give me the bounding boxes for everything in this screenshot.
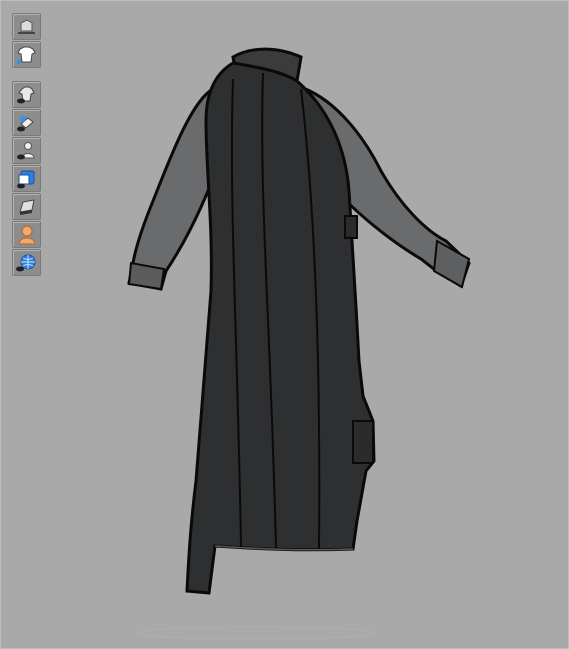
show-pins-icon[interactable] (12, 109, 41, 136)
show-garment-icon[interactable] (12, 81, 41, 108)
3d-garment-viewport[interactable] (0, 0, 569, 649)
3d-avatar-view-icon[interactable] (12, 13, 41, 40)
environment-globe-icon[interactable] (12, 249, 41, 276)
show-avatar-icon[interactable] (12, 137, 41, 164)
show-arrangement-icon[interactable] (12, 165, 41, 192)
avatar-skin-icon[interactable] (12, 221, 41, 248)
garment-3d-model[interactable] (1, 1, 568, 648)
garment-2d-pattern-icon[interactable] (12, 41, 41, 68)
show-fabric-thickness-icon[interactable] (12, 193, 41, 220)
